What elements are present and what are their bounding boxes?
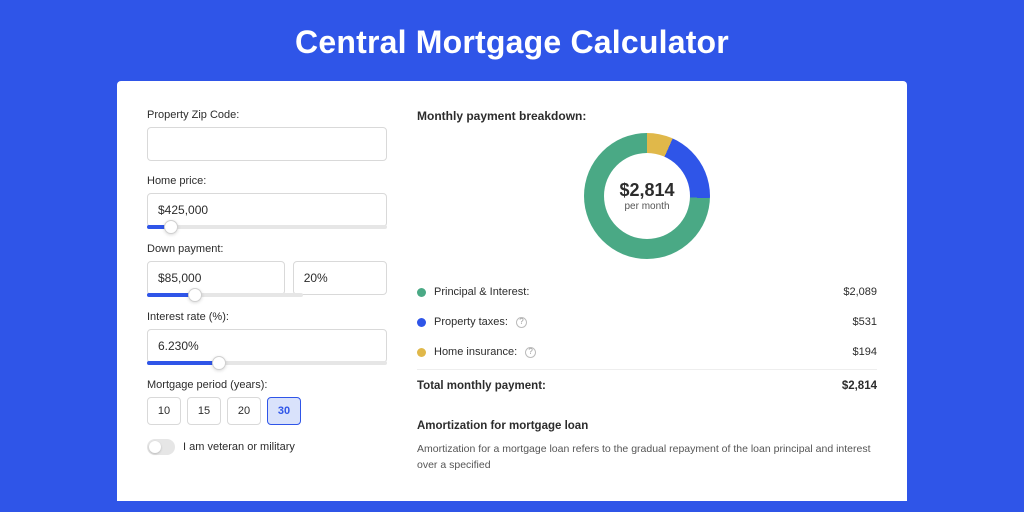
total-label: Total monthly payment: [417, 380, 546, 392]
donut-center: $2,814 per month [584, 133, 710, 259]
period-option-30[interactable]: 30 [267, 397, 301, 425]
veteran-toggle-row: I am veteran or military [147, 439, 387, 455]
down-payment-slider[interactable] [147, 293, 303, 297]
donut-sub: per month [624, 201, 669, 212]
info-icon[interactable]: ? [525, 347, 536, 358]
interest-label: Interest rate (%): [147, 311, 387, 323]
breakdown-panel: Monthly payment breakdown: $2,814 per mo… [417, 109, 877, 493]
down-payment-input[interactable] [147, 261, 285, 295]
home-price-label: Home price: [147, 175, 387, 187]
dot-icon [417, 288, 426, 297]
calculator-card: Property Zip Code: Home price: Down paym… [117, 81, 907, 501]
legend-label: Home insurance: [434, 346, 517, 358]
donut-chart: $2,814 per month [584, 133, 710, 259]
breakdown-title: Monthly payment breakdown: [417, 109, 877, 123]
amortization-text: Amortization for a mortgage loan refers … [417, 442, 877, 474]
toggle-knob [149, 441, 161, 453]
down-payment-field: Down payment: [147, 243, 387, 297]
total-value: $2,814 [842, 380, 877, 392]
period-option-15[interactable]: 15 [187, 397, 221, 425]
donut-amount: $2,814 [619, 180, 674, 201]
slider-thumb[interactable] [188, 288, 202, 302]
down-payment-pct-input[interactable] [293, 261, 387, 295]
legend-value: $531 [853, 316, 877, 328]
legend-label: Principal & Interest: [434, 286, 529, 298]
legend-row-principal: Principal & Interest: $2,089 [417, 277, 877, 307]
interest-input[interactable] [147, 329, 387, 363]
home-price-slider[interactable] [147, 225, 387, 229]
zip-field: Property Zip Code: [147, 109, 387, 161]
interest-slider[interactable] [147, 361, 387, 365]
zip-label: Property Zip Code: [147, 109, 387, 121]
legend-row-taxes: Property taxes: ? $531 [417, 307, 877, 337]
amortization-title: Amortization for mortgage loan [417, 420, 877, 432]
period-option-10[interactable]: 10 [147, 397, 181, 425]
legend-row-insurance: Home insurance: ? $194 [417, 337, 877, 367]
dot-icon [417, 318, 426, 327]
donut-chart-wrap: $2,814 per month [417, 133, 877, 259]
info-icon[interactable]: ? [516, 317, 527, 328]
legend-value: $194 [853, 346, 877, 358]
legend-label: Property taxes: [434, 316, 508, 328]
total-row: Total monthly payment: $2,814 [417, 369, 877, 404]
slider-thumb[interactable] [212, 356, 226, 370]
period-option-20[interactable]: 20 [227, 397, 261, 425]
page-title: Central Mortgage Calculator [0, 0, 1024, 81]
veteran-toggle[interactable] [147, 439, 175, 455]
legend-value: $2,089 [843, 286, 877, 298]
input-panel: Property Zip Code: Home price: Down paym… [147, 109, 387, 493]
period-options: 10 15 20 30 [147, 397, 387, 425]
interest-field: Interest rate (%): [147, 311, 387, 365]
home-price-field: Home price: [147, 175, 387, 229]
zip-input[interactable] [147, 127, 387, 161]
dot-icon [417, 348, 426, 357]
home-price-input[interactable] [147, 193, 387, 227]
down-payment-label: Down payment: [147, 243, 387, 255]
veteran-label: I am veteran or military [183, 441, 295, 453]
period-field: Mortgage period (years): 10 15 20 30 [147, 379, 387, 425]
slider-thumb[interactable] [164, 220, 178, 234]
period-label: Mortgage period (years): [147, 379, 387, 391]
